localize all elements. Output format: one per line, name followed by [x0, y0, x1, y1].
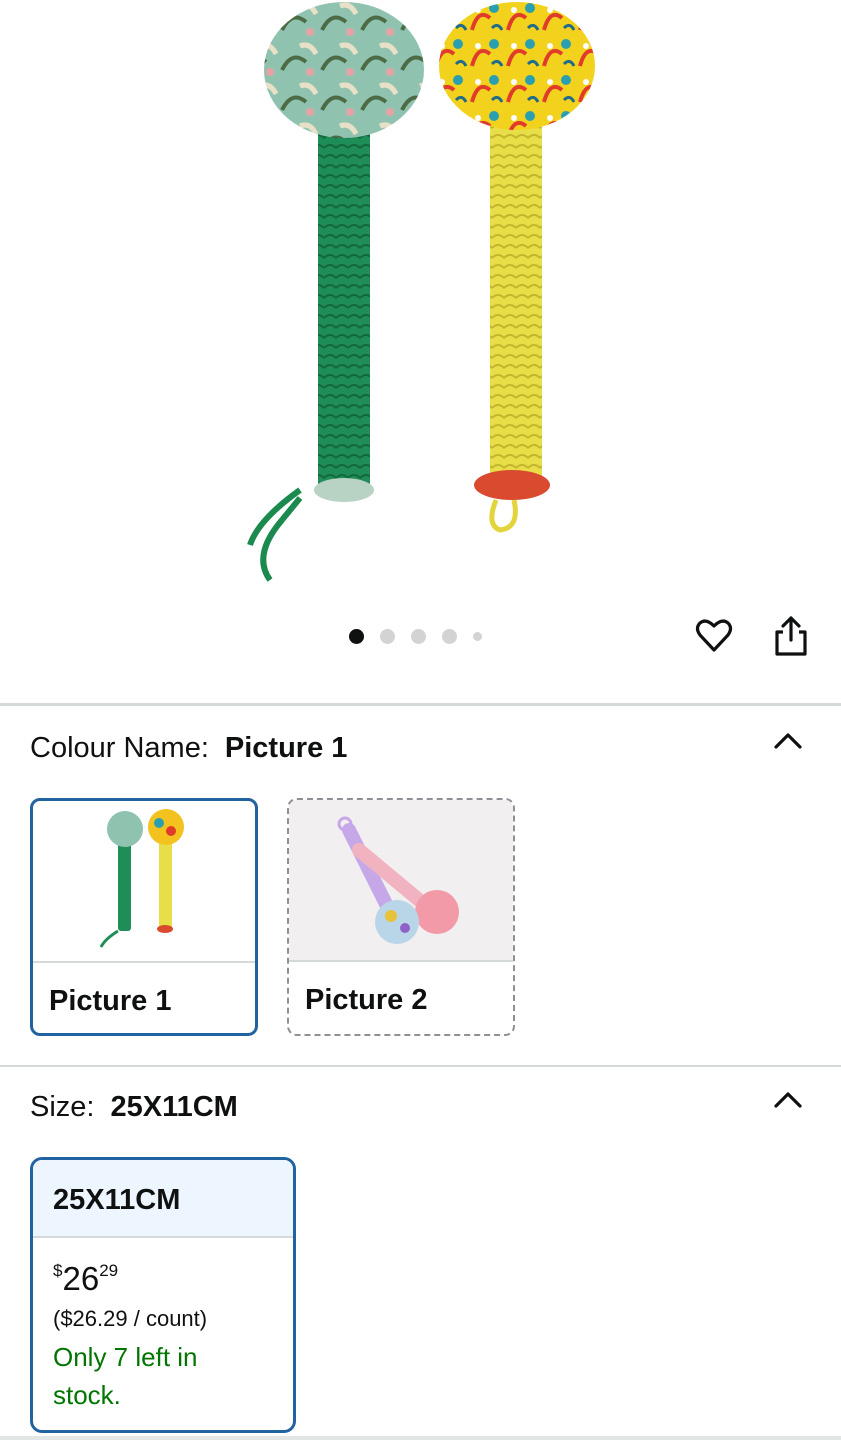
- carousel-dot-3[interactable]: [411, 628, 426, 644]
- section-divider: [0, 1065, 841, 1067]
- product-image[interactable]: [0, 0, 841, 600]
- section-divider: [0, 703, 841, 706]
- colour-name-label: Colour Name: Picture 1: [30, 732, 347, 765]
- share-icon: [775, 616, 807, 656]
- chevron-up-icon: [774, 1092, 802, 1108]
- size-collapse-button[interactable]: [770, 1082, 806, 1118]
- size-label: Size: 25X11CM: [30, 1091, 238, 1124]
- colour-option-picture-2[interactable]: Picture 2: [287, 798, 515, 1036]
- carousel-dot-4[interactable]: [442, 628, 457, 644]
- swatch-separator: [289, 960, 513, 962]
- carousel-dot-5[interactable]: [473, 631, 482, 641]
- swatch-label: Picture 1: [49, 985, 172, 1017]
- colour-name-key: Colour Name:: [30, 732, 209, 764]
- bottom-edge: [0, 1436, 841, 1440]
- price: $2629: [53, 1260, 118, 1298]
- stock-status: Only 7 left in stock.: [53, 1342, 198, 1410]
- colour-name-value: Picture 1: [224, 732, 348, 764]
- size-key: Size:: [30, 1091, 95, 1123]
- price-whole: 26: [62, 1260, 100, 1297]
- swatch-thumbnail: [289, 800, 513, 960]
- heart-icon: [695, 619, 733, 652]
- size-option-header: 25X11CM: [33, 1160, 293, 1238]
- carousel-dot-1[interactable]: [349, 628, 364, 644]
- size-option-25x11cm[interactable]: 25X11CM $2629 ($26.29 / count) Only 7 le…: [30, 1157, 296, 1433]
- size-value: 25X11CM: [110, 1091, 238, 1123]
- share-button[interactable]: [767, 612, 815, 660]
- wishlist-button[interactable]: [690, 612, 738, 660]
- size-option-label: 25X11CM: [53, 1184, 181, 1216]
- carousel-dot-2[interactable]: [380, 628, 395, 644]
- colour-option-picture-1[interactable]: Picture 1: [30, 798, 258, 1036]
- price-fraction: 29: [99, 1261, 119, 1280]
- chevron-up-icon: [774, 733, 802, 749]
- unit-price: ($26.29 / count): [53, 1306, 208, 1331]
- swatch-separator: [33, 961, 255, 963]
- swatch-label: Picture 2: [305, 984, 428, 1016]
- swatch-thumbnail: [33, 801, 255, 961]
- carousel-dots[interactable]: [349, 628, 482, 644]
- colour-collapse-button[interactable]: [770, 723, 806, 759]
